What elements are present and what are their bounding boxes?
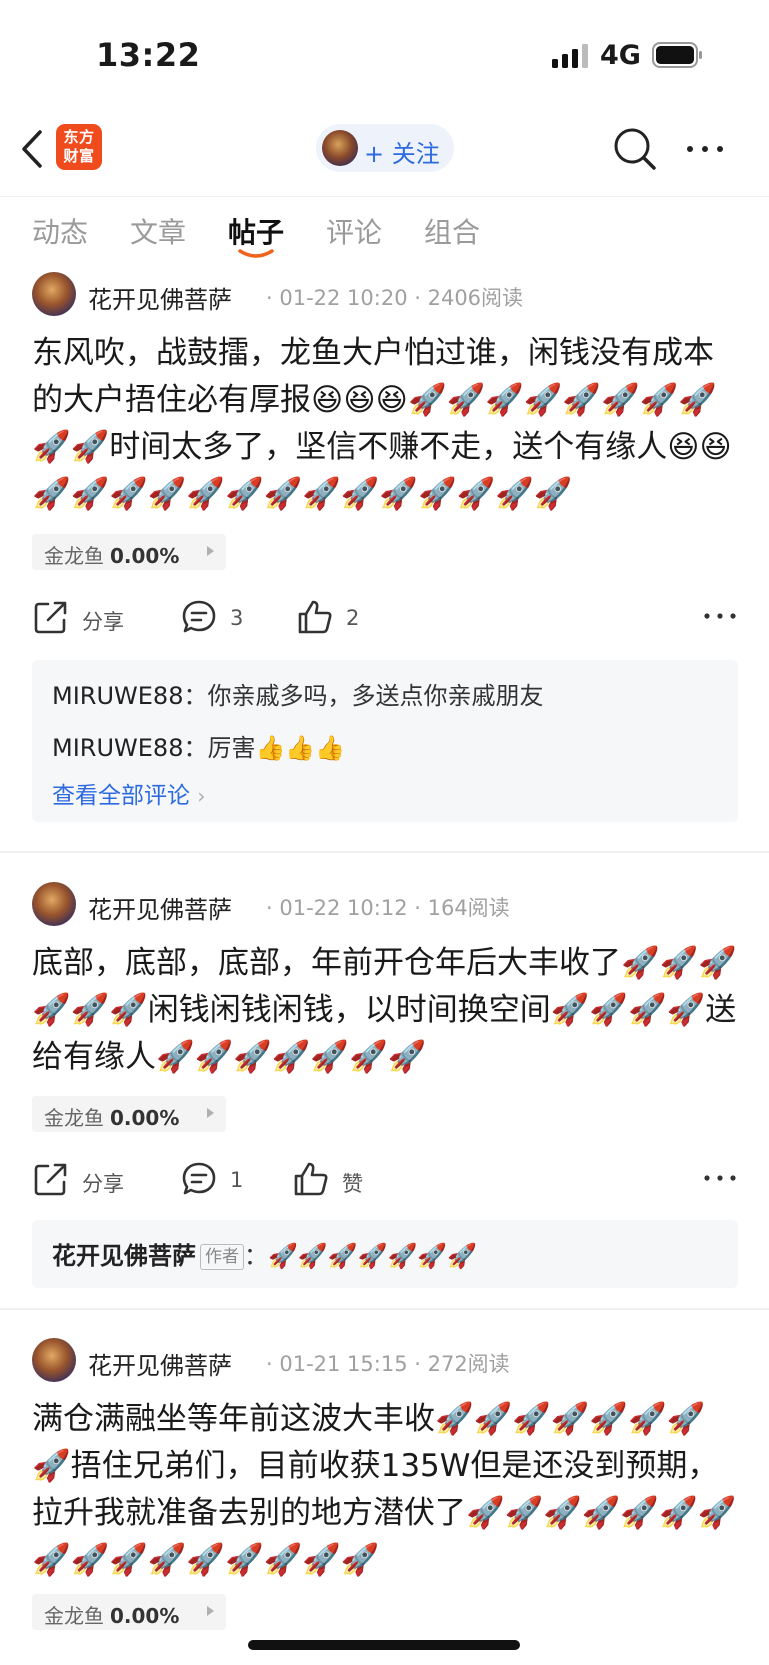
stock-change: 0.00% xyxy=(110,1106,180,1130)
post-body[interactable]: 底部，底部，底部，年前开仓年后大丰收了🚀🚀🚀🚀🚀🚀闲钱闲钱闲钱，以时间换空间🚀🚀… xyxy=(32,940,738,1081)
comment-icon xyxy=(182,600,216,633)
comment-user[interactable]: MIRUWE88 xyxy=(52,734,183,762)
avatar[interactable] xyxy=(32,882,76,926)
post-actions: 分享 3 2 xyxy=(32,592,738,642)
comment-user[interactable]: MIRUWE88 xyxy=(52,682,183,710)
post-body[interactable]: 东风吹，战鼓擂，龙鱼大户怕过谁，闲钱没有成本的大户捂住必有厚报😆😆😆🚀🚀🚀🚀🚀🚀… xyxy=(32,330,738,518)
status-bar: 13:22 4G xyxy=(0,0,769,110)
back-icon[interactable] xyxy=(16,126,48,172)
post-author[interactable]: 花开见佛菩萨 xyxy=(88,1346,232,1381)
divider xyxy=(0,851,769,853)
stock-name: 金龙鱼 xyxy=(44,1106,104,1130)
post-header: 花开见佛菩萨 · 01-22 10:12 · 164阅读 xyxy=(32,882,752,928)
tab-comments[interactable]: 评论 xyxy=(326,211,382,251)
stock-tag[interactable]: 金龙鱼 0.00% xyxy=(32,1096,226,1132)
post-meta: · 01-21 15:15 · 272阅读 xyxy=(266,1352,510,1376)
app-logo-line2: 财富 xyxy=(63,147,95,165)
comment-item[interactable]: MIRUWE88：厉害👍👍👍 xyxy=(52,728,345,763)
post-header: 花开见佛菩萨 · 01-21 15:15 · 272阅读 xyxy=(32,1338,752,1384)
more-icon[interactable] xyxy=(702,606,738,626)
network-type: 4G xyxy=(600,40,641,71)
comment-user[interactable]: 花开见佛菩萨 xyxy=(52,1242,196,1270)
comment-text: 厉害👍👍👍 xyxy=(207,734,346,762)
post-card[interactable]: 花开见佛菩萨 · 01-21 15:15 · 272阅读 满仓满融坐等年前这波大… xyxy=(0,1338,769,1658)
comment-count: 3 xyxy=(230,606,244,630)
stock-change: 0.00% xyxy=(110,1604,180,1628)
like-label: 赞 xyxy=(342,1172,363,1196)
avatar[interactable] xyxy=(32,1338,76,1382)
search-icon[interactable] xyxy=(612,126,658,172)
avatar xyxy=(322,130,358,166)
tab-posts[interactable]: 帖子 xyxy=(228,211,284,251)
like-count: 2 xyxy=(346,606,360,630)
post-author[interactable]: 花开见佛菩萨 xyxy=(88,280,232,315)
post-author[interactable]: 花开见佛菩萨 xyxy=(88,890,232,925)
thumbs-up-icon xyxy=(294,1162,328,1196)
app-logo: 东方 财富 xyxy=(56,124,102,170)
follow-label: + 关注 xyxy=(364,140,440,168)
caret-right-icon xyxy=(207,1108,214,1118)
share-label: 分享 xyxy=(82,610,124,634)
post-actions: 分享 1 赞 xyxy=(32,1154,738,1204)
divider xyxy=(0,1308,769,1310)
author-badge: 作者 xyxy=(200,1244,244,1270)
nav-bar: 东方 财富 + 关注 xyxy=(0,112,769,192)
status-time: 13:22 xyxy=(96,36,201,74)
stock-tag[interactable]: 金龙鱼 0.00% xyxy=(32,1594,226,1630)
app-logo-line1: 东方 xyxy=(63,128,95,146)
view-all-comments-link[interactable]: 查看全部评论 › xyxy=(52,776,205,810)
post-meta: · 01-22 10:20 · 2406阅读 xyxy=(266,286,524,310)
share-icon xyxy=(34,601,67,634)
comment-item[interactable]: 花开见佛菩萨 作者 ：🚀🚀🚀🚀🚀🚀🚀 xyxy=(52,1236,477,1271)
post-card[interactable]: 花开见佛菩萨 · 01-22 10:12 · 164阅读 底部，底部，底部，年前… xyxy=(0,882,769,1290)
stock-name: 金龙鱼 xyxy=(44,1604,104,1628)
home-indicator[interactable] xyxy=(248,1640,520,1650)
more-icon[interactable] xyxy=(702,1168,738,1188)
post-card[interactable]: 花开见佛菩萨 · 01-22 10:20 · 2406阅读 东风吹，战鼓擂，龙鱼… xyxy=(0,272,769,832)
caret-right-icon xyxy=(207,546,214,556)
chevron-right-icon: › xyxy=(197,784,206,808)
comments-preview[interactable]: MIRUWE88：你亲戚多吗，多送点你亲戚朋友 MIRUWE88：厉害👍👍👍 查… xyxy=(32,660,738,822)
tab-indicator xyxy=(238,249,274,258)
caret-right-icon xyxy=(207,1606,214,1616)
comment-text: 你亲戚多吗，多送点你亲戚朋友 xyxy=(207,682,544,710)
stock-tag[interactable]: 金龙鱼 0.00% xyxy=(32,534,226,570)
signal-icon xyxy=(552,44,588,68)
post-body[interactable]: 满仓满融坐等年前这波大丰收🚀🚀🚀🚀🚀🚀🚀🚀捂住兄弟们，目前收获135W但是还没到… xyxy=(32,1396,738,1584)
stock-change: 0.00% xyxy=(110,544,180,568)
more-icon[interactable] xyxy=(684,134,726,164)
post-meta: · 01-22 10:12 · 164阅读 xyxy=(266,896,510,920)
share-icon xyxy=(34,1163,67,1196)
tab-portfolio[interactable]: 组合 xyxy=(424,211,480,251)
thumbs-up-icon xyxy=(298,600,332,634)
stock-name: 金龙鱼 xyxy=(44,544,104,568)
follow-button[interactable]: + 关注 xyxy=(316,124,454,172)
tab-articles[interactable]: 文章 xyxy=(130,211,186,251)
tab-dynamics[interactable]: 动态 xyxy=(32,211,88,251)
share-label: 分享 xyxy=(82,1172,124,1196)
avatar[interactable] xyxy=(32,272,76,316)
tab-bar: 动态 文章 帖子 评论 组合 xyxy=(0,196,769,266)
comments-preview[interactable]: 花开见佛菩萨 作者 ：🚀🚀🚀🚀🚀🚀🚀 xyxy=(32,1220,738,1288)
comment-count: 1 xyxy=(230,1168,244,1192)
view-all-label: 查看全部评论 xyxy=(52,783,190,809)
post-header: 花开见佛菩萨 · 01-22 10:20 · 2406阅读 xyxy=(32,272,752,318)
comment-text: 🚀🚀🚀🚀🚀🚀🚀 xyxy=(268,1242,478,1270)
comment-icon xyxy=(182,1162,216,1195)
comment-item[interactable]: MIRUWE88：你亲戚多吗，多送点你亲戚朋友 xyxy=(52,676,543,711)
battery-icon xyxy=(652,42,702,68)
